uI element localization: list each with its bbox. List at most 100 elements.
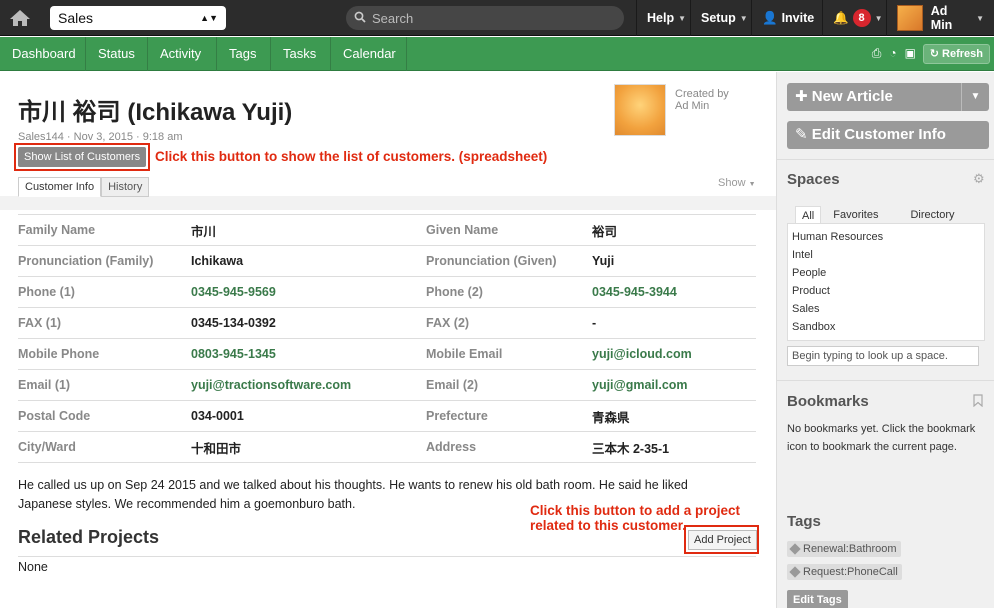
article-tabs: Customer Info History (18, 177, 150, 197)
search-input[interactable]: Search (346, 6, 624, 30)
refresh-button[interactable]: ↻ Refresh (922, 44, 990, 64)
tab-spaces-favorites[interactable]: Favorites (827, 206, 884, 224)
space-link[interactable]: Intel (792, 246, 980, 264)
tab-customer-info[interactable]: Customer Info (18, 177, 102, 197)
user-name: Ad Min (930, 4, 953, 32)
field-label: Pronunciation (Given) (426, 254, 557, 268)
new-article-label: New Article (811, 88, 893, 105)
table-row: Mobile Phone 0803-945-1345 Mobile Email yuj… (18, 339, 756, 370)
add-user-icon: 👤 (762, 10, 778, 25)
notification-badge: 8 (852, 9, 871, 27)
field-value: 市川 (191, 224, 217, 239)
field-label: FAX (1) (18, 316, 62, 330)
tag-chip[interactable]: Renewal:Bathroom (787, 541, 901, 557)
space-selector-value: Sales (58, 10, 94, 26)
tab-spaces-all[interactable]: All (795, 206, 822, 224)
divider (777, 159, 994, 160)
setup-menu[interactable]: Setup ▼ (690, 0, 758, 36)
refresh-label: Refresh (942, 48, 983, 60)
tab-dashboard[interactable]: Dashboard (0, 37, 86, 71)
divider (18, 556, 756, 557)
edit-tags-button[interactable]: Edit Tags (787, 590, 848, 608)
author-name[interactable]: Ad Min (675, 100, 729, 112)
bookmarks-empty-text: No bookmarks yet. Click the bookmark ico… (787, 423, 976, 453)
bookmark-icon[interactable] (973, 394, 983, 410)
tab-activity[interactable]: Activity (148, 37, 217, 71)
tab-status[interactable]: Status (86, 37, 148, 71)
table-row: Email (1) yuji@tractionsoftware.com Email … (18, 370, 756, 401)
search-placeholder: Search (372, 10, 414, 26)
tab-tags[interactable]: Tags (217, 37, 271, 71)
highlight-box (684, 525, 759, 554)
help-menu[interactable]: Help ▼ (636, 0, 696, 36)
new-article-dropdown[interactable]: ▼ (961, 83, 989, 111)
field-label: Email (1) (18, 378, 71, 392)
divider (777, 380, 994, 381)
search-icon (354, 11, 366, 26)
field-value: Ichikawa (191, 254, 244, 268)
sidebar: ✚ New Article ▼ ✎ Edit Customer Info Spa… (776, 72, 994, 608)
field-value: 十和田市 (191, 441, 242, 456)
annotation-show-list: Click this button to show the list of cu… (155, 149, 548, 164)
edit-customer-info-button[interactable]: ✎ Edit Customer Info (787, 121, 989, 149)
space-lookup-input[interactable]: Begin typing to look up a space. (787, 346, 979, 366)
related-projects-empty: None (18, 560, 48, 574)
tag-chip[interactable]: Request:PhoneCall (787, 564, 902, 580)
tab-calendar[interactable]: Calendar (331, 37, 407, 71)
created-by: Created by Ad Min (675, 88, 729, 112)
article-body-line: He called us up on Sep 24 2015 and we ta… (18, 478, 688, 492)
avatar (897, 5, 923, 31)
top-bar: Sales ▲▼ Search Help ▼ Setup ▼ 👤 Invite 🔔 8 ▼… (0, 0, 994, 36)
highlight-box (14, 143, 150, 171)
space-link[interactable]: Sandbox (792, 318, 980, 336)
invite-label: Invite (781, 11, 815, 25)
phone-link[interactable]: 0803-945-1345 (191, 347, 426, 361)
field-label: Email (2) (426, 378, 479, 392)
phone-link[interactable]: 0345-945-3944 (592, 285, 756, 299)
created-by-label: Created by (675, 88, 729, 100)
print-icon[interactable]: ⎙ (872, 46, 882, 61)
space-link[interactable]: People (792, 264, 980, 282)
field-label: Given Name (426, 223, 499, 237)
space-link[interactable]: Human Resources (792, 228, 980, 246)
field-label: Postal Code (18, 409, 91, 423)
email-link[interactable]: yuji@tractionsoftware.com (191, 378, 426, 392)
bookmarks-heading: Bookmarks (787, 393, 869, 410)
email-link[interactable]: yuji@gmail.com (592, 378, 756, 392)
gear-icon[interactable]: ⚙ (973, 171, 985, 187)
field-label: Address (426, 440, 477, 454)
notifications-button[interactable]: 🔔 8 ▼ (822, 0, 893, 36)
tab-spaces-directory[interactable]: Directory (904, 206, 960, 224)
home-icon[interactable] (0, 0, 40, 36)
select-arrows-icon: ▲▼ (200, 13, 218, 23)
field-label: Prefecture (426, 409, 488, 423)
save-icon[interactable]: ▣ (905, 46, 916, 61)
tab-history[interactable]: History (101, 177, 150, 197)
edit-customer-info-label: Edit Customer Info (811, 126, 946, 143)
table-row: Postal Code 034-0001 Prefecture 青森県 (18, 401, 756, 432)
field-label: Phone (2) (426, 285, 483, 299)
rss-icon[interactable]: ◔ (889, 46, 896, 61)
show-menu[interactable]: Show ▼ (718, 177, 756, 189)
caret-down-icon: ▼ (874, 13, 883, 23)
caret-down-icon: ▼ (678, 13, 687, 23)
table-row: Phone (1) 0345-945-9569 Phone (2) 0345-945-… (18, 277, 756, 308)
table-row: City/Ward 十和田市 Address 三本木 2-35-1 (18, 432, 756, 463)
new-article-button[interactable]: ✚ New Article ▼ (787, 83, 989, 111)
tab-tasks[interactable]: Tasks (271, 37, 331, 71)
phone-link[interactable]: 0345-945-9569 (191, 285, 426, 299)
tab-strip-background (0, 196, 776, 210)
invite-button[interactable]: 👤 Invite (751, 0, 824, 36)
article-content: 市川 裕司 (Ichikawa Yuji) Sales144 · Nov 3, … (0, 72, 776, 608)
space-link[interactable]: Sales (792, 300, 980, 318)
space-link[interactable]: Product (792, 282, 980, 300)
pencil-icon: ✎ (795, 126, 808, 143)
field-value: - (592, 316, 597, 330)
space-selector[interactable]: Sales ▲▼ (50, 6, 226, 30)
plus-icon: ✚ (795, 88, 808, 105)
field-label: Phone (1) (18, 285, 75, 299)
customer-fields-table: Family Name 市川 Given Name 裕司 Pronunciation … (18, 214, 756, 463)
user-menu[interactable]: Ad Min ▼ (886, 0, 994, 36)
help-label: Help (647, 11, 675, 25)
email-link[interactable]: yuji@icloud.com (592, 347, 756, 361)
